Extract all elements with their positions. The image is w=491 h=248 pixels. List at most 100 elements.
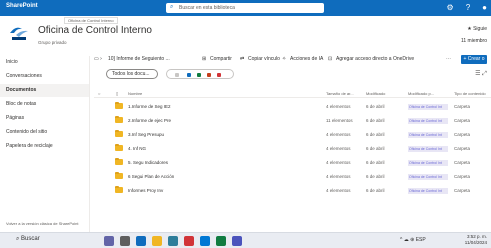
outlook-icon[interactable] [200,236,210,246]
ppt-filter-icon[interactable] [207,73,211,77]
header-modified-by[interactable]: Modificado p... [408,91,434,96]
row-type: Carpeta [454,188,471,193]
row-modified: 6 de abril [366,174,385,179]
chrome-icon[interactable] [184,236,194,246]
row-size: 4 elementos [326,146,351,151]
row-modified-by[interactable]: Oficina de Control Int [408,146,448,152]
row-size: 4 elementos [326,160,351,165]
new-button[interactable]: + Crear o [461,55,487,64]
header-content-type[interactable]: Tipo de contenido [454,91,486,96]
nav-item-documentos[interactable]: Documentos [0,84,89,97]
search-box[interactable]: ⌕ Buscar en esta biblioteca [166,3,324,13]
row-modified: 6 de abril [366,146,385,151]
widgets-icon[interactable] [104,236,114,246]
share-icon: ⊞ [202,56,207,62]
excel-icon[interactable] [216,236,226,246]
taskbar-search[interactable]: ⌕ Buscar [16,236,40,243]
table-header: ○ ▯ Nombre Tamaño de ar... Modificado Mo… [94,88,491,98]
row-type: Carpeta [454,104,471,109]
folder-nav-icon[interactable]: ▭ › [94,56,102,62]
row-name[interactable]: 5. Segu Indicadores [128,160,168,165]
add-shortcut-button[interactable]: Agregar acceso directo a OneDrive [336,56,414,62]
folder-icon [115,172,123,179]
avatar[interactable]: ● [482,2,487,13]
table-row[interactable]: Informes Proy Inv 4 elementos 6 de abril… [94,184,491,198]
classic-view-link[interactable]: Volver a la versión clásica de SharePoin… [6,221,86,226]
ai-icon: ✧ [282,56,287,62]
row-modified-by[interactable]: Oficina de Control Int [408,132,448,138]
site-title[interactable]: Oficina de Control Interno [38,25,152,36]
header-name[interactable]: Nombre [128,91,142,96]
header-size[interactable]: Tamaño de ar... [326,91,354,96]
row-name[interactable]: 1.Informe de Seg IE2 [128,104,171,109]
row-name[interactable]: 4. Inf NG [128,146,146,151]
row-size: 4 elementos [326,104,351,109]
nav-item-bloc-de-notas[interactable]: Bloc de notas [0,98,89,111]
table-row[interactable]: 1.Informe de Seg IE2 4 elementos 6 de ab… [94,100,491,114]
taskbar: ⌕ Buscar ^ ☁ ⊕ ESP 3:52 p. m. 11/04/2024 [0,232,491,248]
row-name[interactable]: Informes Proy Inv [128,188,163,193]
nav-item-inicio[interactable]: Inicio [0,56,89,69]
row-modified-by[interactable]: Oficina de Control Int [408,174,448,180]
left-nav: Inicio Conversaciones Documentos Bloc de… [0,56,90,232]
app-icon[interactable] [168,236,178,246]
row-type: Carpeta [454,146,471,151]
app-brand[interactable]: SharePoint [6,3,38,9]
row-name[interactable]: 3.Inf Seg Presupu [128,132,164,137]
follow-button[interactable]: ★ Siguie [467,26,487,32]
row-type: Carpeta [454,118,471,123]
site-logo-icon[interactable] [8,24,30,42]
table-row[interactable]: 6 Segui Plan de Acción 4 elementos 6 de … [94,170,491,184]
more-icon[interactable]: ⋯ [446,56,451,62]
filter-bar: Todos los docu... ☰ ⤢ [94,68,491,80]
row-size: 4 elementos [326,132,351,137]
teams-icon[interactable] [232,236,242,246]
row-modified: 6 de abril [366,160,385,165]
view-options-icon[interactable]: ☰ ⤢ [475,70,487,78]
breadcrumb[interactable]: 10] Informe de Seguiento ... [108,56,170,62]
folder-icon [115,130,123,137]
folder-icon [115,116,123,123]
clock[interactable]: 3:52 p. m. 11/04/2024 [465,234,487,246]
word-filter-icon[interactable] [187,73,191,77]
members-count[interactable]: 11 miembro [461,38,487,44]
row-modified-by[interactable]: Oficina de Control Int [408,188,448,194]
row-modified-by[interactable]: Oficina de Control Int [408,104,448,110]
nav-item-conversaciones[interactable]: Conversaciones [0,70,89,83]
task-view-icon[interactable] [120,236,130,246]
file-type-header-icon: ▯ [116,91,119,96]
file-explorer-icon[interactable] [152,236,162,246]
row-name[interactable]: 6 Segui Plan de Acción [128,174,174,179]
table-row[interactable]: 3.Inf Seg Presupu 4 elementos 6 de abril… [94,128,491,142]
system-tray[interactable]: ^ ☁ ⊕ ESP [400,237,426,243]
nav-item-papelera[interactable]: Papelera de reciclaje [0,140,89,153]
settings-icon[interactable]: ⚙ [447,2,454,13]
table-row[interactable]: 5. Segu Indicadores 4 elementos 6 de abr… [94,156,491,170]
row-size: 11 elementos [326,118,353,123]
nav-item-paginas[interactable]: Páginas [0,112,89,125]
file-type-filters[interactable] [166,69,234,79]
table-row[interactable]: 4. Inf NG 4 elementos 6 de abril Oficina… [94,142,491,156]
table-row[interactable]: 2.Informe de ejec Pre 11 elementos 6 de … [94,114,491,128]
view-selector[interactable]: Todos los docu... [106,69,158,79]
folder-icon [115,158,123,165]
pdf-filter-icon[interactable] [217,73,221,77]
help-icon[interactable]: ? [466,2,470,13]
excel-filter-icon[interactable] [197,73,201,77]
row-type: Carpeta [454,160,471,165]
row-modified-by[interactable]: Oficina de Control Int [408,118,448,124]
row-name[interactable]: 2.Informe de ejec Pre [128,118,171,123]
header-modified[interactable]: Modificado [366,91,385,96]
row-modified-by[interactable]: Oficina de Control Int [408,160,448,166]
suite-icons: ⚙ ? ● [447,2,487,13]
site-header: Oficina de Control Interno Oficina de Co… [0,16,491,46]
edge-icon[interactable] [136,236,146,246]
suite-bar: SharePoint ⌕ Buscar en esta biblioteca ⚙… [0,0,491,16]
filter-plus-icon[interactable] [175,73,179,77]
select-all-checkbox-icon[interactable]: ○ [98,91,100,96]
ai-actions-button[interactable]: Acciones de IA [290,56,323,62]
nav-item-contenido-del-sitio[interactable]: Contenido del sitio [0,126,89,139]
copy-link-button[interactable]: Copiar vínculo [248,56,280,62]
share-button[interactable]: Compartir [210,56,232,62]
site-subtitle: Grupo privado [38,40,67,45]
